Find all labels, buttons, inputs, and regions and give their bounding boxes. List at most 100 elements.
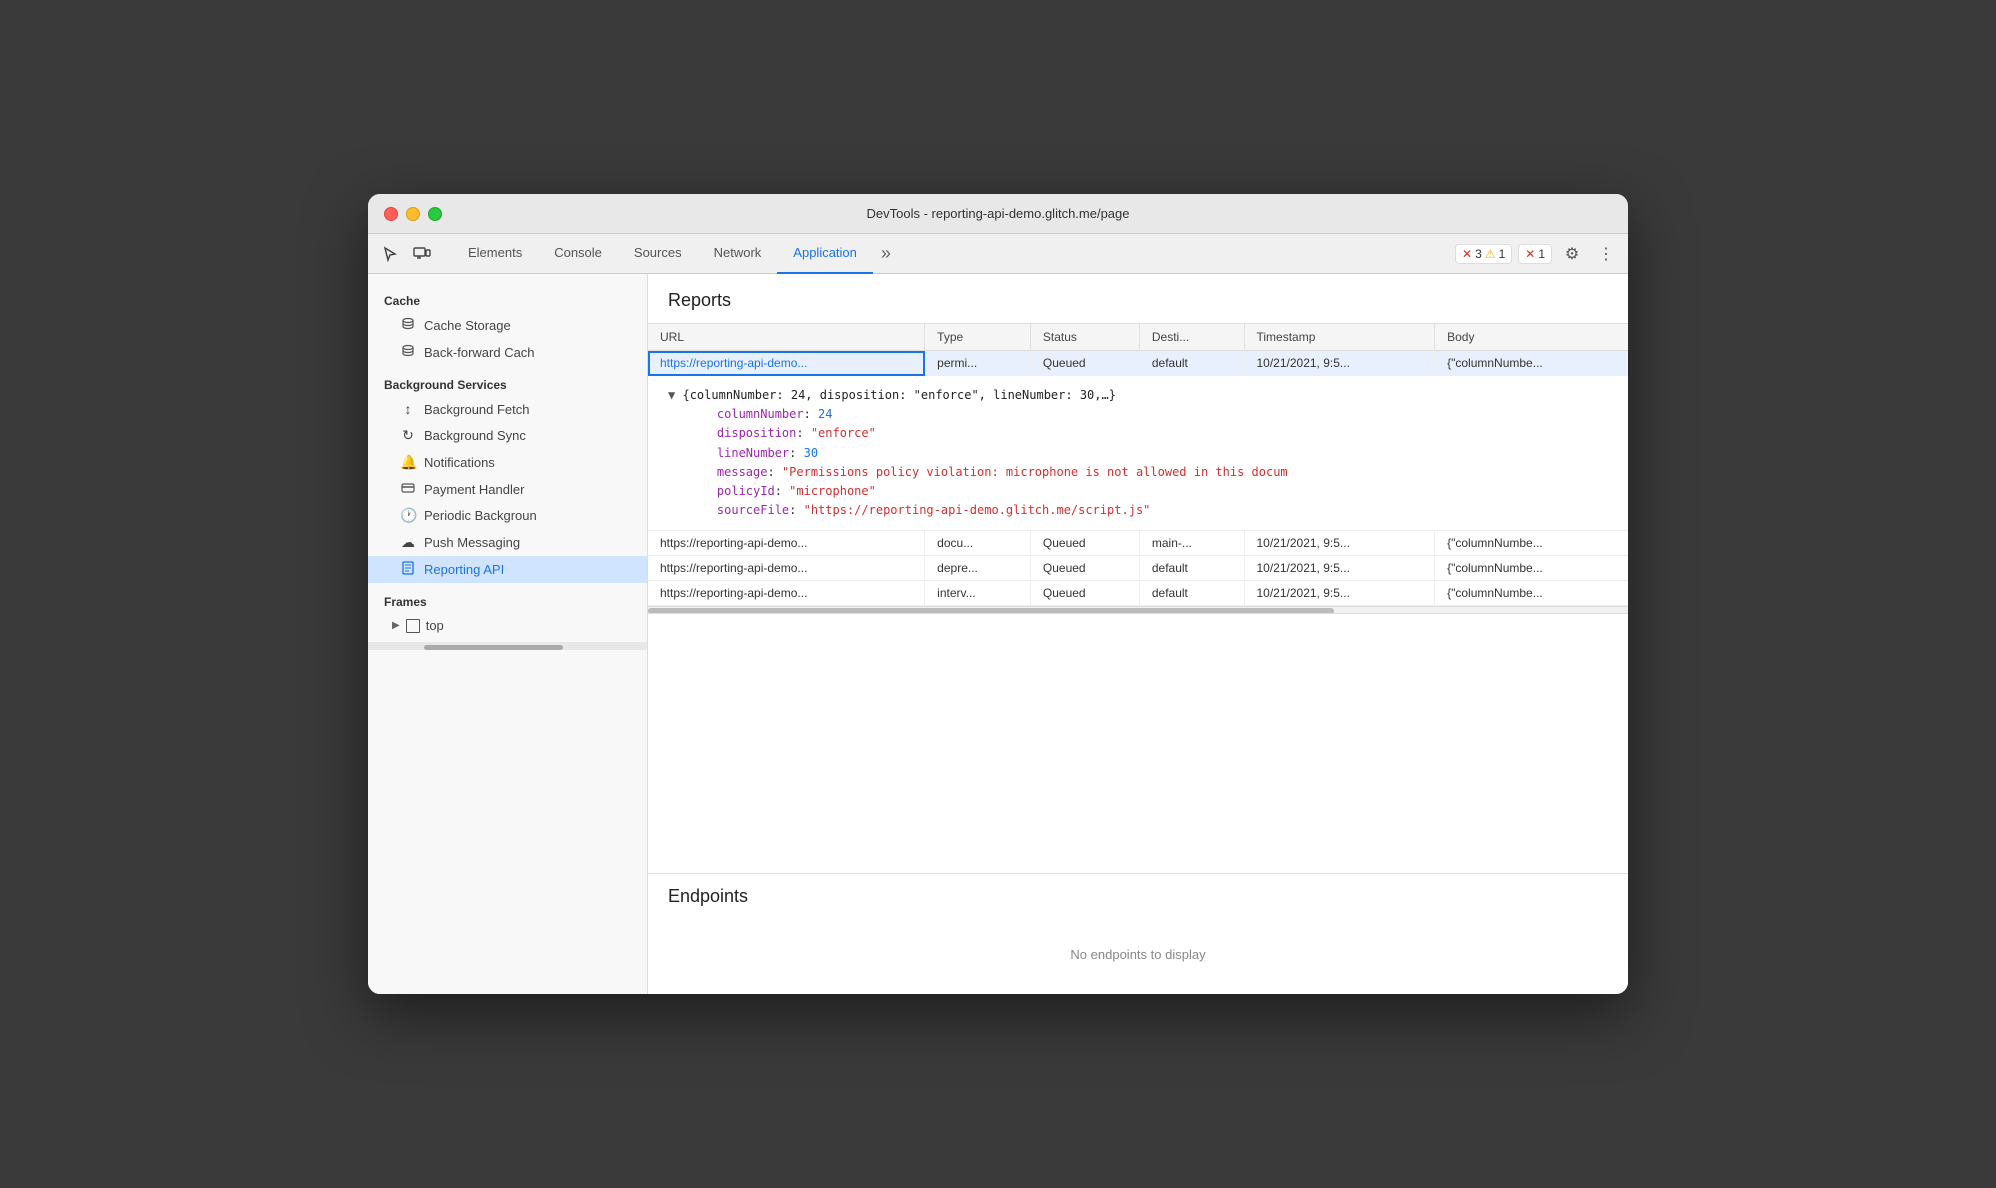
sidebar-item-periodic-background[interactable]: 🕐 Periodic Backgroun — [368, 502, 647, 529]
titlebar: DevTools - reporting-api-demo.glitch.me/… — [368, 194, 1628, 234]
table-header-row: URL Type Status Desti... Timestamp Body — [648, 324, 1628, 351]
expand-icon: ▶ — [392, 620, 400, 631]
cell-dest: default — [1139, 351, 1244, 376]
cache-storage-icon — [400, 317, 416, 334]
cell-body: {"columnNumbe... — [1435, 531, 1628, 556]
more-options-icon[interactable]: ⋮ — [1592, 240, 1620, 268]
json-val-policyId: "microphone" — [789, 484, 876, 498]
cell-url: https://reporting-api-demo... — [648, 556, 925, 581]
tab-application[interactable]: Application — [777, 234, 873, 274]
cell-status: Queued — [1030, 581, 1139, 606]
expanded-detail-row: ▼ {columnNumber: 24, disposition: "enfor… — [648, 376, 1628, 531]
sidebar-item-reporting-api[interactable]: Reporting API — [368, 556, 647, 583]
cell-timestamp: 10/21/2021, 9:5... — [1244, 556, 1435, 581]
reports-title: Reports — [648, 274, 1628, 323]
cell-timestamp: 10/21/2021, 9:5... — [1244, 531, 1435, 556]
background-sync-icon: ↻ — [400, 427, 416, 444]
json-colon-6: : — [789, 503, 803, 517]
sidebar-item-payment-handler[interactable]: Payment Handler — [368, 476, 647, 502]
json-viewer: ▼ {columnNumber: 24, disposition: "enfor… — [648, 376, 1628, 530]
maximize-button[interactable] — [428, 207, 442, 221]
cell-dest: main-... — [1139, 531, 1244, 556]
close-badge[interactable]: ✕ 1 — [1518, 244, 1552, 264]
json-key-disposition: disposition — [688, 426, 796, 440]
table-row[interactable]: https://reporting-api-demo... docu... Qu… — [648, 531, 1628, 556]
cache-section-title: Cache — [368, 282, 647, 312]
json-key-message: message — [688, 465, 767, 479]
sidebar-item-cache-storage[interactable]: Cache Storage — [368, 312, 647, 339]
error-icon: ✕ — [1462, 247, 1472, 261]
col-header-url: URL — [648, 324, 925, 351]
cell-url: https://reporting-api-demo... — [648, 351, 925, 376]
sidebar-scrollbar[interactable] — [368, 642, 647, 650]
json-val-sourceFile: "https://reporting-api-demo.glitch.me/sc… — [804, 503, 1151, 517]
scrollbar-thumb — [648, 608, 1334, 614]
settings-icon[interactable]: ⚙ — [1558, 240, 1586, 268]
cell-type: depre... — [925, 556, 1031, 581]
sidebar-item-background-fetch[interactable]: ↕ Background Fetch — [368, 396, 647, 422]
cell-type: interv... — [925, 581, 1031, 606]
cell-timestamp: 10/21/2021, 9:5... — [1244, 581, 1435, 606]
json-colon-4: : — [767, 465, 781, 479]
table-row[interactable]: https://reporting-api-demo... depre... Q… — [648, 556, 1628, 581]
background-fetch-icon: ↕ — [400, 401, 416, 417]
tab-network[interactable]: Network — [698, 234, 778, 274]
json-key-lineNumber: lineNumber — [688, 446, 789, 460]
reporting-api-label: Reporting API — [424, 562, 504, 577]
warning-count: 1 — [1499, 247, 1506, 261]
content: Cache Cache Storage — [368, 274, 1628, 994]
cell-dest: default — [1139, 556, 1244, 581]
table-row[interactable]: https://reporting-api-demo... interv... … — [648, 581, 1628, 606]
json-colon-3: : — [789, 446, 803, 460]
tab-console[interactable]: Console — [538, 234, 618, 274]
json-key-policyId: policyId — [688, 484, 775, 498]
json-colon-2: : — [796, 426, 810, 440]
more-tabs-button[interactable]: » — [873, 234, 899, 274]
periodic-bg-icon: 🕐 — [400, 507, 416, 524]
error-badge[interactable]: ✕ 3 ⚠ 1 — [1455, 244, 1512, 264]
collapse-triangle[interactable]: ▼ — [668, 388, 675, 402]
close-button[interactable] — [384, 207, 398, 221]
back-forward-cache-icon — [400, 344, 416, 361]
sidebar-item-back-forward-cache[interactable]: Back-forward Cach — [368, 339, 647, 366]
cache-storage-label: Cache Storage — [424, 318, 511, 333]
cell-status: Queued — [1030, 556, 1139, 581]
notifications-label: Notifications — [424, 455, 495, 470]
tab-sources[interactable]: Sources — [618, 234, 698, 274]
frames-section-title: Frames — [368, 583, 647, 613]
sidebar-item-push-messaging[interactable]: ☁ Push Messaging — [368, 529, 647, 556]
json-key-sourceFile: sourceFile — [688, 503, 789, 517]
background-sync-label: Background Sync — [424, 428, 526, 443]
close-count: 1 — [1538, 247, 1545, 261]
sidebar-item-top[interactable]: ▶ top — [368, 613, 647, 638]
frame-top-label: top — [426, 618, 444, 633]
no-endpoints-message: No endpoints to display — [668, 927, 1608, 982]
json-colon-5: : — [775, 484, 789, 498]
device-icon[interactable] — [408, 240, 436, 268]
col-header-dest: Desti... — [1139, 324, 1244, 351]
bg-services-section-title: Background Services — [368, 366, 647, 396]
sidebar-item-notifications[interactable]: 🔔 Notifications — [368, 449, 647, 476]
horizontal-scrollbar[interactable] — [648, 606, 1628, 614]
sidebar-item-background-sync[interactable]: ↻ Background Sync — [368, 422, 647, 449]
minimize-button[interactable] — [406, 207, 420, 221]
table-row[interactable]: https://reporting-api-demo... permi... Q… — [648, 351, 1628, 376]
reports-table-container: URL Type Status Desti... Timestamp Body … — [648, 323, 1628, 606]
expanded-detail-cell: ▼ {columnNumber: 24, disposition: "enfor… — [648, 376, 1628, 531]
payment-handler-label: Payment Handler — [424, 482, 524, 497]
reports-section: Reports URL Type Status Desti... Timesta… — [648, 274, 1628, 873]
cell-type: docu... — [925, 531, 1031, 556]
traffic-lights — [384, 207, 442, 221]
cell-dest: default — [1139, 581, 1244, 606]
push-messaging-label: Push Messaging — [424, 535, 520, 550]
cursor-icon[interactable] — [376, 240, 404, 268]
cell-body: {"columnNumbe... — [1435, 556, 1628, 581]
sidebar-scrollbar-thumb — [424, 645, 564, 650]
cell-timestamp: 10/21/2021, 9:5... — [1244, 351, 1435, 376]
json-key-columnNumber: columnNumber — [688, 407, 804, 421]
tab-elements[interactable]: Elements — [452, 234, 538, 274]
payment-handler-icon — [400, 481, 416, 497]
cell-status: Queued — [1030, 531, 1139, 556]
endpoints-section: Endpoints No endpoints to display — [648, 873, 1628, 994]
background-fetch-label: Background Fetch — [424, 402, 530, 417]
